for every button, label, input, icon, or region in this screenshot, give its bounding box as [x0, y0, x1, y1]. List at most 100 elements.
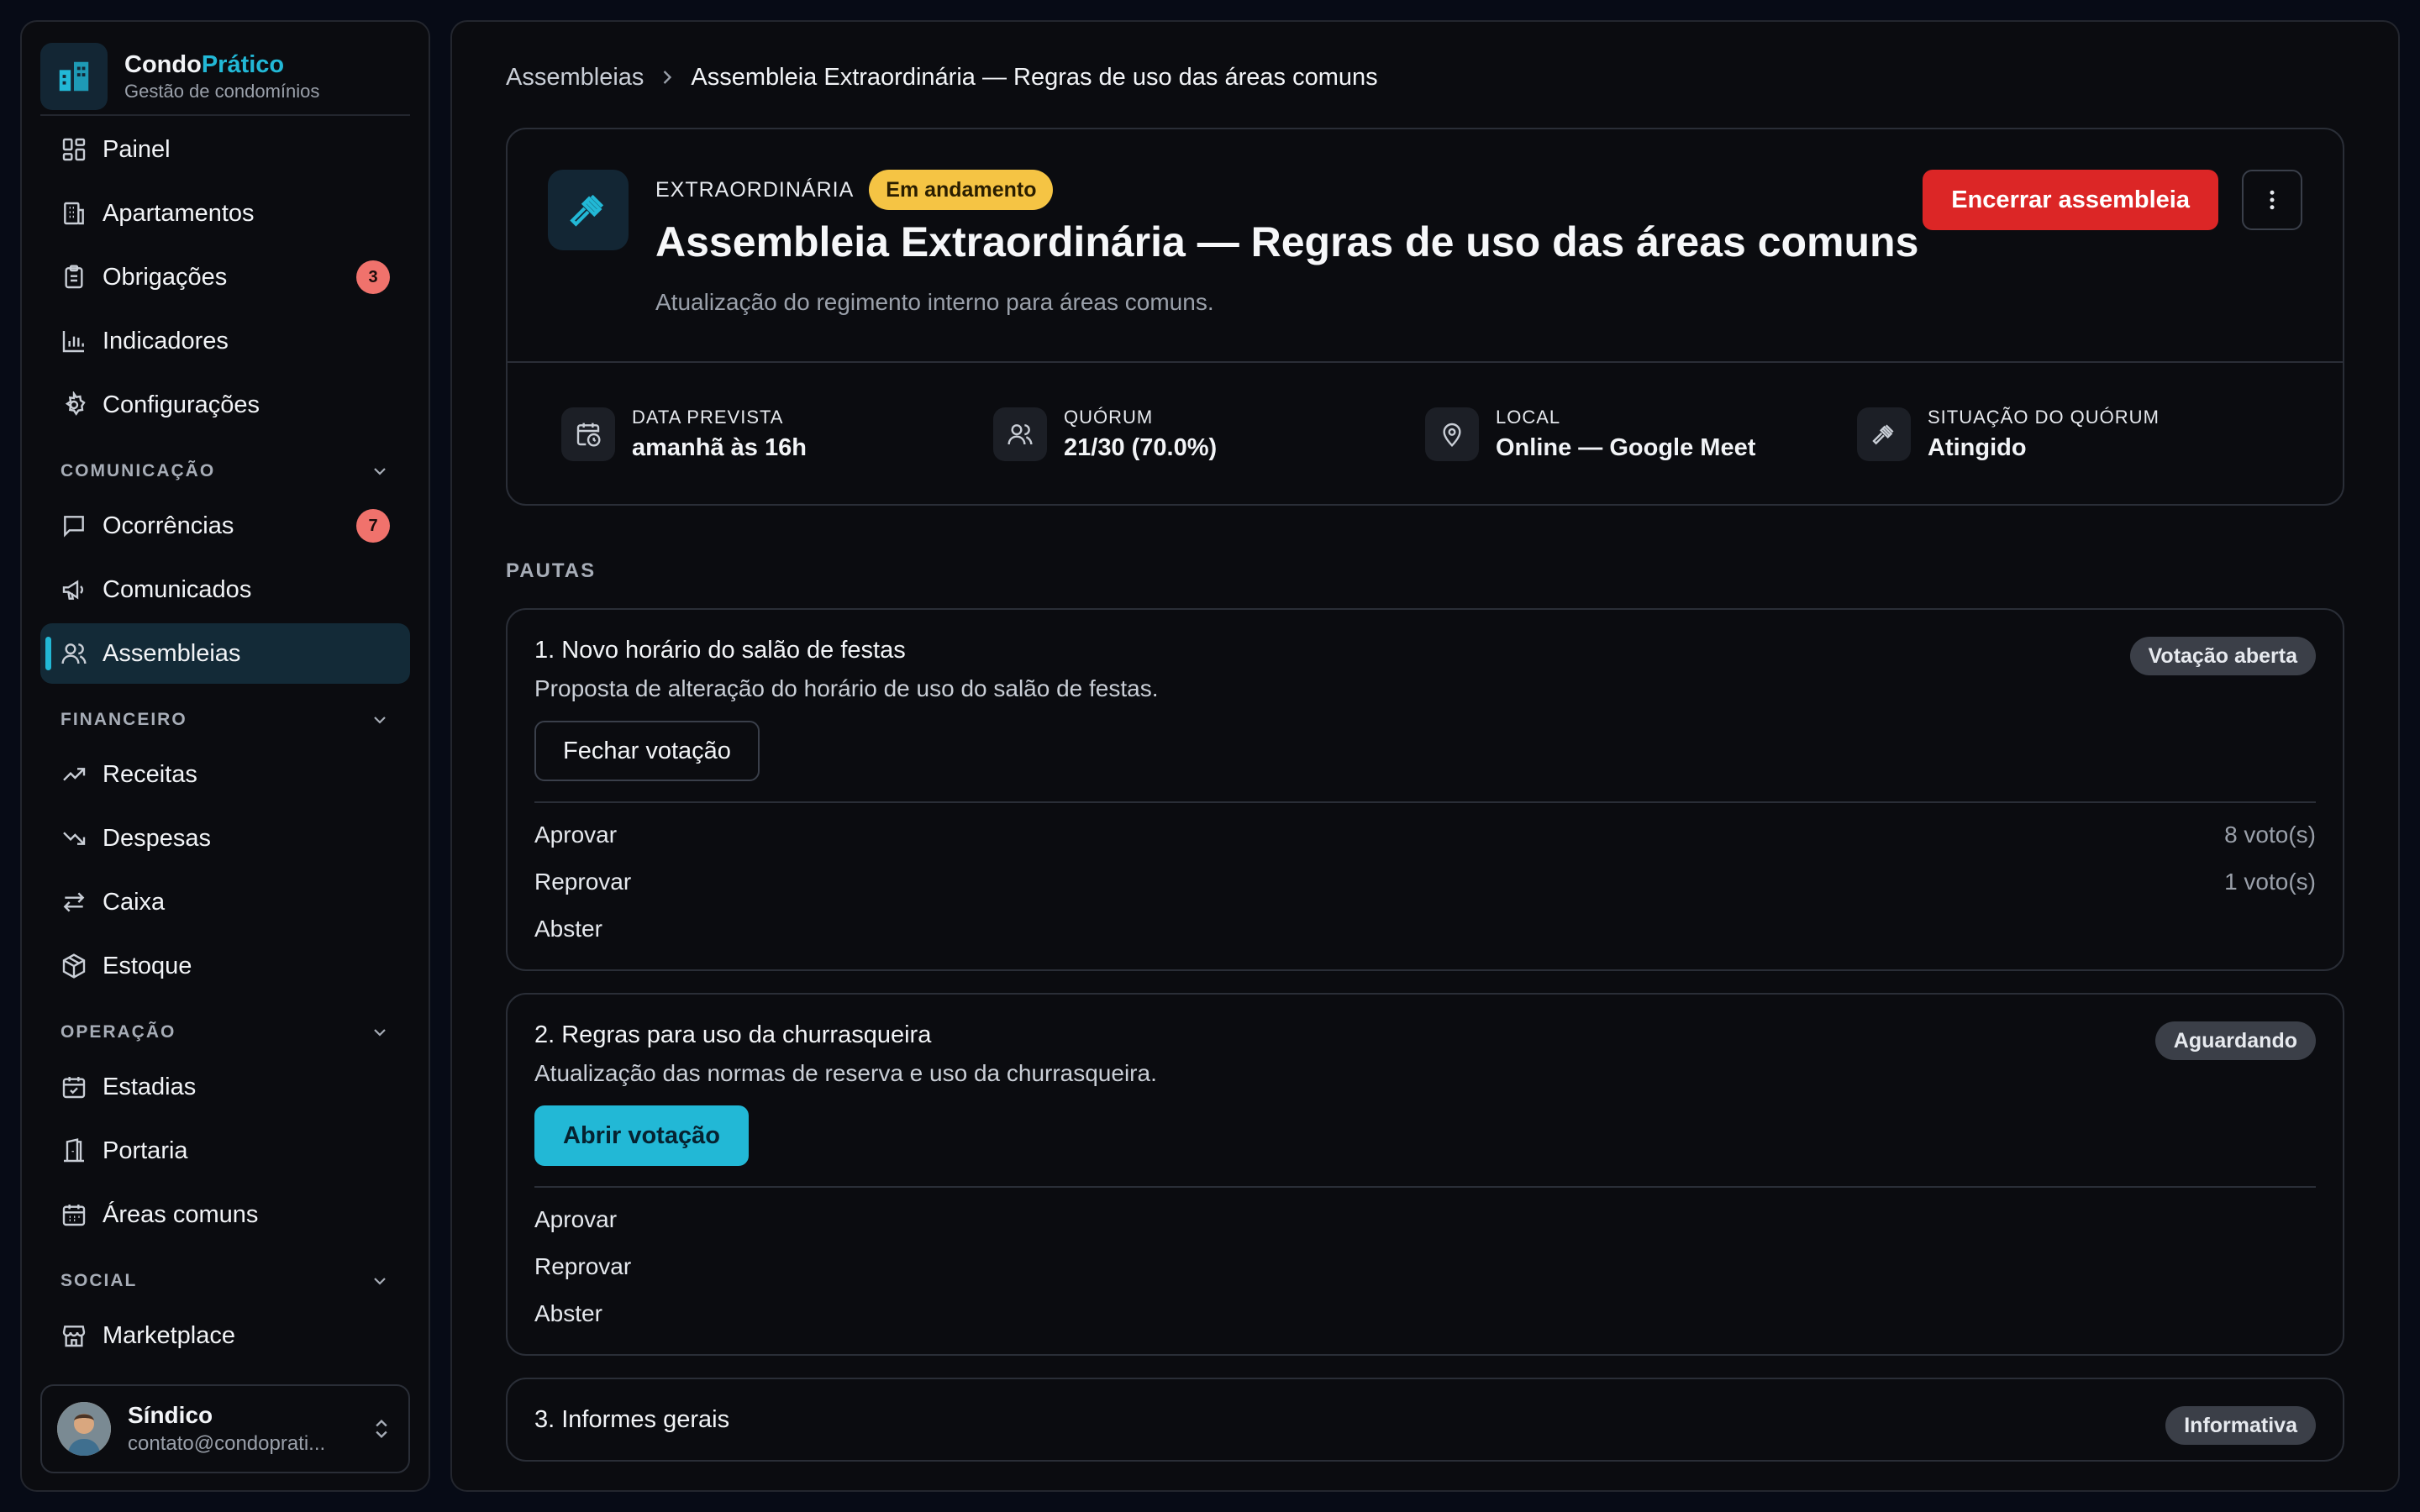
end-assembly-button[interactable]: Encerrar assembleia	[1923, 170, 2218, 230]
section-heading-pautas: PAUTAS	[506, 559, 597, 582]
section-toggle-comunicacao[interactable]: COMUNICAÇÃO	[40, 450, 410, 492]
sidebar-item-obrigacoes[interactable]: Obrigações 3	[40, 247, 410, 307]
clipboard-icon	[60, 264, 87, 291]
megaphone-icon	[60, 576, 87, 603]
stat-value: Online — Google Meet	[1496, 434, 1756, 461]
sidebar-item-label: Estoque	[103, 952, 192, 979]
sidebar-item-painel[interactable]: Painel	[40, 119, 410, 180]
stat-local: LOCAL Online — Google Meet	[1425, 405, 1857, 464]
users-icon	[60, 640, 87, 667]
vote-option-row: Abster	[534, 1290, 2316, 1337]
building-logo-icon	[40, 43, 108, 110]
trending-up-icon	[60, 761, 87, 788]
chevron-down-icon	[370, 710, 390, 730]
avatar	[57, 1402, 111, 1456]
brand[interactable]: CondoPrático Gestão de condomínios	[40, 39, 410, 116]
stat-label: DATA PREVISTA	[632, 407, 784, 428]
vote-option-row: Abster	[534, 906, 2316, 953]
gavel-icon	[548, 170, 629, 250]
sidebar-item-receitas[interactable]: Receitas	[40, 744, 410, 805]
agenda-item-title: 3. Informes gerais	[534, 1406, 730, 1433]
vote-list: Aprovar Reprovar Abster	[534, 1196, 2316, 1337]
vote-option-label: Aprovar	[534, 822, 618, 848]
status-badge: Informativa	[2165, 1406, 2316, 1445]
stat-quorum: QUÓRUM 21/30 (70.0%)	[993, 405, 1425, 464]
vote-option-label: Abster	[534, 916, 602, 942]
agenda-item-title: 1. Novo horário do salão de festas	[534, 637, 906, 664]
agenda-item: 1. Novo horário do salão de festas Votaç…	[506, 608, 2344, 971]
stat-label: SITUAÇÃO DO QUÓRUM	[1928, 407, 2160, 428]
gear-icon	[60, 391, 87, 418]
status-badge: Em andamento	[869, 170, 1054, 210]
open-voting-button[interactable]: Abrir votação	[534, 1105, 749, 1166]
user-name: Síndico	[128, 1402, 213, 1428]
vote-count: 8 voto(s)	[2224, 822, 2316, 848]
stat-situacao-quorum: SITUAÇÃO DO QUÓRUM Atingido	[1857, 405, 2289, 464]
door-icon	[60, 1137, 87, 1164]
sidebar-item-label: Obrigações	[103, 263, 228, 291]
sidebar-item-marketplace[interactable]: Marketplace	[40, 1305, 410, 1366]
dashboard-icon	[60, 136, 87, 163]
brand-name: CondoPrático	[124, 51, 285, 78]
sidebar-item-estadias[interactable]: Estadias	[40, 1057, 410, 1117]
close-voting-button[interactable]: Fechar votação	[534, 721, 760, 781]
vote-count: 1 voto(s)	[2224, 869, 2316, 895]
stat-value: 21/30 (70.0%)	[1064, 434, 1218, 461]
more-vertical-icon	[2260, 187, 2285, 213]
breadcrumb-link-assembleias[interactable]: Assembleias	[506, 64, 644, 92]
divider	[534, 801, 2316, 803]
user-menu[interactable]: Síndico contato@condoprati...	[40, 1384, 410, 1473]
sidebar-item-areas-comuns[interactable]: Áreas comuns	[40, 1184, 410, 1245]
agenda-item-description: Atualização das normas de reserva e uso …	[534, 1060, 1157, 1086]
vote-option-label: Aprovar	[534, 1206, 618, 1232]
section-toggle-social[interactable]: SOCIAL	[40, 1260, 410, 1302]
sidebar-item-portaria[interactable]: Portaria	[40, 1121, 410, 1181]
sidebar-item-despesas[interactable]: Despesas	[40, 808, 410, 869]
vote-option-label: Reprovar	[534, 869, 632, 895]
chevron-down-icon	[370, 1271, 390, 1291]
assembly-stats: DATA PREVISTA amanhã às 16h QUÓRUM 21/30…	[508, 363, 2343, 506]
sidebar-item-configuracoes[interactable]: Configurações	[40, 375, 410, 435]
vote-option-label: Reprovar	[534, 1253, 632, 1279]
vote-option-label: Abster	[534, 1300, 602, 1326]
transfer-icon	[60, 889, 87, 916]
vote-option-row: Reprovar	[534, 1243, 2316, 1290]
sidebar-item-ocorrencias[interactable]: Ocorrências 7	[40, 496, 410, 556]
more-options-button[interactable]	[2242, 170, 2302, 230]
section-label: FINANCEIRO	[60, 710, 187, 729]
sidebar-item-label: Apartamentos	[103, 199, 255, 227]
sidebar-item-indicadores[interactable]: Indicadores	[40, 311, 410, 371]
sidebar-item-label: Painel	[103, 135, 171, 163]
sidebar-item-label: Configurações	[103, 391, 260, 418]
assembly-type: EXTRAORDINÁRIA	[655, 177, 855, 202]
sidebar-item-comunicados[interactable]: Comunicados	[40, 559, 410, 620]
count-badge: 7	[356, 509, 390, 543]
agenda-item-description: Proposta de alteração do horário de uso …	[534, 675, 1159, 701]
sidebar-item-label: Despesas	[103, 824, 211, 852]
main-content: Assembleias Assembleia Extraordinária — …	[450, 20, 2400, 1492]
users-icon	[993, 407, 1047, 461]
divider	[534, 1186, 2316, 1188]
section-toggle-operacao[interactable]: OPERAÇÃO	[40, 1011, 410, 1053]
page-title: Assembleia Extraordinária — Regras de us…	[655, 218, 1919, 265]
breadcrumb: Assembleias Assembleia Extraordinária — …	[506, 55, 2344, 99]
user-email: contato@condoprati...	[128, 1432, 326, 1455]
status-badge: Votação aberta	[2129, 637, 2316, 675]
section-label: SOCIAL	[60, 1271, 138, 1290]
sidebar-item-label: Comunicados	[103, 575, 252, 603]
status-badge: Aguardando	[2154, 1021, 2316, 1060]
stat-data-prevista: DATA PREVISTA amanhã às 16h	[561, 405, 993, 464]
chevrons-up-down-icon	[370, 1417, 393, 1441]
sidebar-item-assembleias[interactable]: Assembleias	[40, 623, 410, 684]
sidebar-item-label: Portaria	[103, 1137, 188, 1164]
nav-top: Painel Apartamentos Obrigações 3 Indicad…	[40, 119, 410, 435]
section-toggle-financeiro[interactable]: FINANCEIRO	[40, 699, 410, 741]
store-icon	[60, 1322, 87, 1349]
sidebar-item-caixa[interactable]: Caixa	[40, 872, 410, 932]
sidebar-item-apartamentos[interactable]: Apartamentos	[40, 183, 410, 244]
count-badge: 3	[356, 260, 390, 294]
sidebar-item-estoque[interactable]: Estoque	[40, 936, 410, 996]
building-icon	[60, 200, 87, 227]
agenda-item: 2. Regras para uso da churrasqueira Agua…	[506, 993, 2344, 1356]
section-label: OPERAÇÃO	[60, 1022, 176, 1042]
